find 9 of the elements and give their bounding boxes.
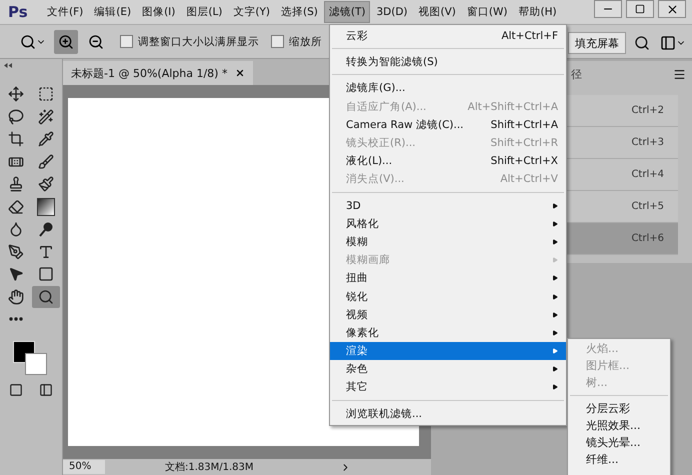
shortcut: Ctrl+2 xyxy=(631,105,664,116)
app-logo: Ps xyxy=(7,3,29,21)
shortcut: Ctrl+4 xyxy=(631,169,664,180)
document-info: 文档:1.83M/1.83M xyxy=(165,460,254,474)
checkbox-label: 缩放所 xyxy=(289,34,322,48)
checkbox-label: 调整窗口大小以满屏显示 xyxy=(138,34,259,48)
shortcut: Ctrl+6 xyxy=(631,233,664,244)
shortcut: Ctrl+5 xyxy=(631,201,664,212)
shortcut: Ctrl+3 xyxy=(631,137,664,148)
